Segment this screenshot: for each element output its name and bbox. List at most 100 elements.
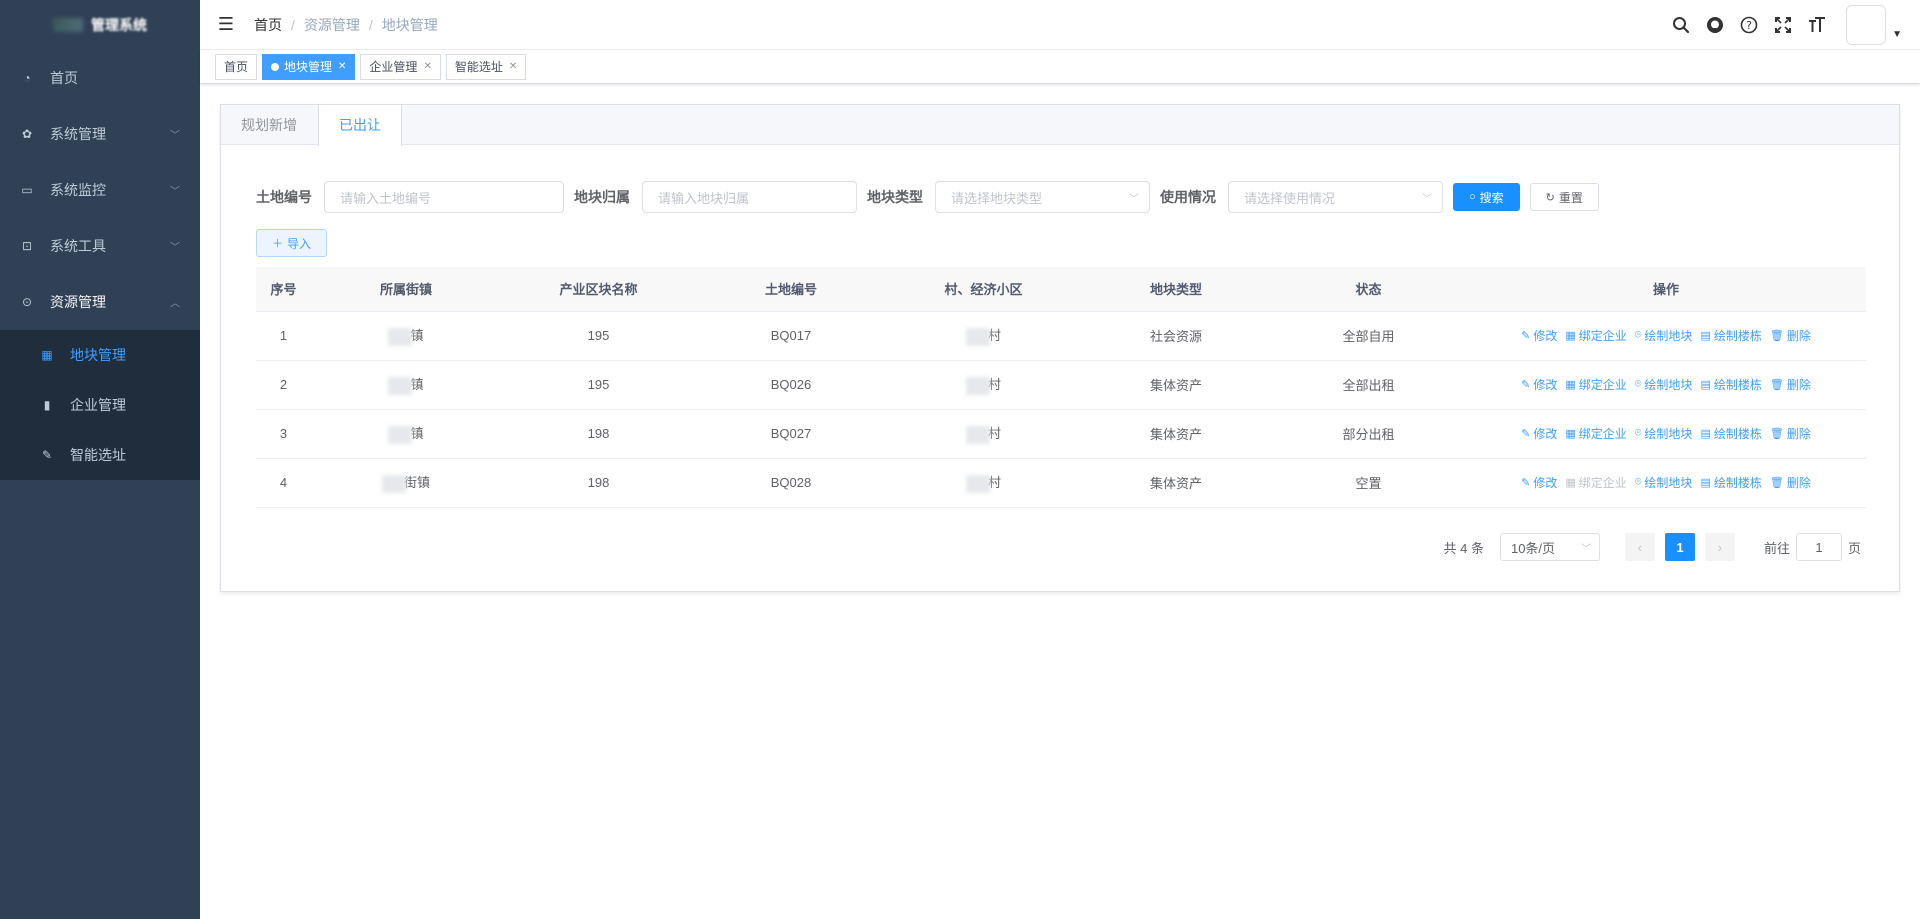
chevron-down-icon: ﹀ xyxy=(1129,193,1139,205)
type-label: 地块类型 xyxy=(867,189,923,205)
close-icon[interactable]: ✕ xyxy=(423,55,431,79)
tag-enterprise-management[interactable]: 企业管理 ✕ xyxy=(360,53,441,80)
draw-plot-button[interactable]: ⌾ 绘制地块 xyxy=(1635,474,1693,491)
draw-building-label: 绘制楼栋 xyxy=(1713,329,1762,343)
breadcrumb-item-home[interactable]: 首页 xyxy=(254,15,282,35)
building-icon: ▦ xyxy=(1565,477,1576,489)
monitor-icon: ▭ xyxy=(21,183,33,197)
close-icon[interactable]: ✕ xyxy=(338,55,346,79)
sidebar-item-monitor[interactable]: ▭ 系统监控 ﹀ xyxy=(0,162,200,218)
draw-plot-button[interactable]: ⌾ 绘制地块 xyxy=(1635,376,1693,393)
page-number-active[interactable]: 1 xyxy=(1664,533,1695,561)
gear-icon: ✿ xyxy=(21,127,33,141)
sidebar-item-tools[interactable]: ⊡ 系统工具 ﹀ xyxy=(0,218,200,274)
bind-enterprise-button[interactable]: ▦ 绑定企业 xyxy=(1565,425,1626,442)
usage-select[interactable]: 请选择使用情况 ﹀ xyxy=(1228,181,1443,213)
bind-label: 绑定企业 xyxy=(1578,329,1627,343)
table-header-row: 序号 所属街镇 产业区块名称 土地编号 村、经济小区 地块类型 状态 操作 xyxy=(256,267,1866,312)
sidebar-item-resource[interactable]: ⊙ 资源管理 ︿ xyxy=(0,274,200,330)
cell-status: 全部自用 xyxy=(1271,311,1466,361)
prev-page-button[interactable]: ‹ xyxy=(1624,533,1655,561)
search-icon[interactable] xyxy=(1664,0,1698,50)
usage-label: 使用情况 xyxy=(1160,189,1216,205)
col-header-status: 状态 xyxy=(1271,267,1466,312)
edit-button[interactable]: ✎ 修改 xyxy=(1521,327,1557,344)
page-jump: 前往 1 页 xyxy=(1764,533,1861,561)
land-no-placeholder: 请输入土地编号 xyxy=(340,190,432,206)
cell-type: 集体资产 xyxy=(1081,409,1271,459)
search-button[interactable]: ○ 搜索 xyxy=(1453,183,1520,211)
delete-button[interactable]: 🗑 删除 xyxy=(1770,327,1811,344)
cell-town: 镇 xyxy=(311,409,501,459)
draw-plot-button[interactable]: ⌾ 绘制地块 xyxy=(1635,425,1693,442)
bar-chart-icon: ▮ xyxy=(43,398,51,412)
import-button[interactable]: ＋ 导入 xyxy=(256,229,328,257)
cell-status: 空置 xyxy=(1271,458,1466,508)
avatar[interactable] xyxy=(1846,5,1887,45)
reset-button[interactable]: ↻ 重置 xyxy=(1529,183,1599,211)
tab-transferred[interactable]: 已出让 xyxy=(318,105,402,146)
land-no-input[interactable]: 请输入土地编号 xyxy=(324,181,564,213)
land-no-label: 土地编号 xyxy=(256,189,312,205)
row-actions: ✎ 修改 ▦ 绑定企业 ⌾ 绘制地块 ▤ 绘制楼栋 🗑 删除 xyxy=(1466,376,1866,393)
cell-type-text: 社会资源 xyxy=(1149,329,1202,344)
owner-input[interactable]: 请输入地块归属 xyxy=(642,181,857,213)
tag-plot-management[interactable]: 地块管理 ✕ xyxy=(262,53,356,80)
help-icon[interactable]: ? xyxy=(1732,0,1766,50)
sidebar-item-system[interactable]: ✿ 系统管理 ﹀ xyxy=(0,106,200,162)
cell-no: 3 xyxy=(256,409,311,459)
sidebar-item-site-selection[interactable]: ✎ 智能选址 xyxy=(0,430,200,480)
edit-icon: ✎ xyxy=(1521,428,1531,440)
fullscreen-icon[interactable] xyxy=(1766,0,1800,50)
draw-building-button[interactable]: ▤ 绘制楼栋 xyxy=(1700,376,1761,393)
sidebar-item-plot[interactable]: ▦ 地块管理 xyxy=(0,330,200,380)
svg-text:?: ? xyxy=(1746,19,1752,32)
sidebar: 管理系统 ◔ 首页 ✿ 系统管理 ﹀ ▭ 系统监控 ﹀ ⊡ 系统工具 ﹀ ⊙ 资… xyxy=(0,0,200,919)
import-button-label: 导入 xyxy=(287,236,312,251)
edit-button[interactable]: ✎ 修改 xyxy=(1521,474,1557,491)
type-select[interactable]: 请选择地块类型 ﹀ xyxy=(935,181,1150,213)
tag-site-selection[interactable]: 智能选址 ✕ xyxy=(445,53,527,80)
cell-block: 198 xyxy=(501,409,696,459)
tag-home[interactable]: 首页 xyxy=(215,53,258,80)
sidebar-item-home[interactable]: ◔ 首页 xyxy=(0,50,200,106)
hamburger-icon[interactable]: ☰ xyxy=(216,14,236,35)
card-tabs: 规划新增 已出让 xyxy=(221,105,1899,146)
cell-type: 集体资产 xyxy=(1081,458,1271,508)
cell-land-no-text: BQ017 xyxy=(770,328,812,343)
delete-label: 删除 xyxy=(1786,476,1811,490)
edit-button[interactable]: ✎ 修改 xyxy=(1521,376,1557,393)
building-icon: ▦ xyxy=(1565,379,1576,391)
close-icon[interactable]: ✕ xyxy=(509,55,517,79)
caret-down-icon[interactable]: ▼ xyxy=(1892,29,1902,40)
delete-button[interactable]: 🗑 删除 xyxy=(1770,425,1811,442)
delete-button[interactable]: 🗑 删除 xyxy=(1770,376,1811,393)
cell-block: 198 xyxy=(501,458,696,508)
redacted-block xyxy=(388,327,413,346)
table-row: 1 镇 195 BQ017 村 社会资源 全部自用 ✎ 修改 ▦ 绑定企业 ⌾ 绘制地… xyxy=(256,311,1866,361)
tab-planned-new[interactable]: 规划新增 xyxy=(221,105,318,145)
draw-plot-button[interactable]: ⌾ 绘制地块 xyxy=(1635,327,1693,344)
goto-page-input[interactable]: 1 xyxy=(1795,533,1842,561)
next-page-button[interactable]: › xyxy=(1704,533,1735,561)
font-size-icon[interactable] xyxy=(1800,0,1834,50)
redacted-block xyxy=(388,425,413,444)
bind-enterprise-button[interactable]: ▦ 绑定企业 xyxy=(1565,376,1626,393)
edit-label: 修改 xyxy=(1533,329,1558,343)
document-icon: ▤ xyxy=(1700,428,1711,440)
bind-label: 绑定企业 xyxy=(1578,378,1627,392)
draw-building-button[interactable]: ▤ 绘制楼栋 xyxy=(1700,474,1761,491)
delete-button[interactable]: 🗑 删除 xyxy=(1770,474,1811,491)
cell-block-text: 195 xyxy=(587,328,610,343)
cell-no-text: 4 xyxy=(279,475,288,490)
bind-enterprise-button[interactable]: ▦ 绑定企业 xyxy=(1565,327,1626,344)
edit-button[interactable]: ✎ 修改 xyxy=(1521,425,1557,442)
cell-town: 镇 xyxy=(311,311,501,361)
draw-building-label: 绘制楼栋 xyxy=(1713,378,1762,392)
redacted-block xyxy=(965,327,990,346)
page-size-select[interactable]: 10条/页 ﹀ xyxy=(1499,533,1600,561)
draw-building-button[interactable]: ▤ 绘制楼栋 xyxy=(1700,327,1761,344)
draw-building-button[interactable]: ▤ 绘制楼栋 xyxy=(1700,425,1761,442)
sidebar-item-enterprise[interactable]: ▮ 企业管理 xyxy=(0,380,200,430)
github-icon[interactable] xyxy=(1698,0,1732,50)
